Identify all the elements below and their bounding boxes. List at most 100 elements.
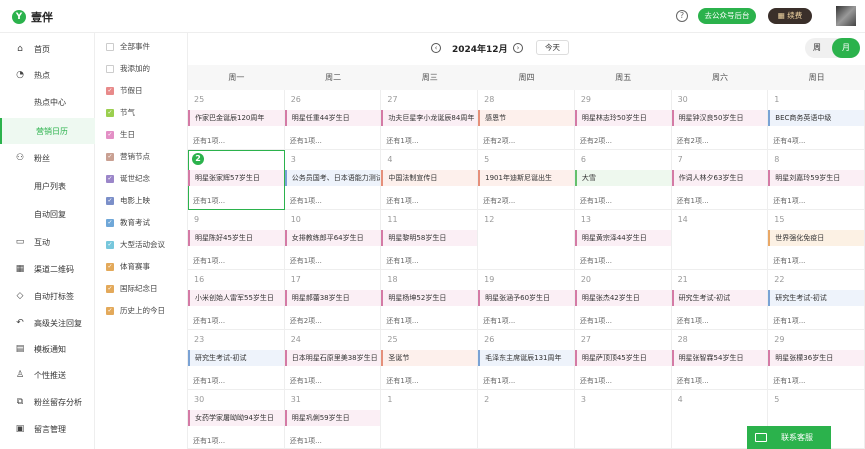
- calendar-day-cell[interactable]: 8 明星刘嘉玲59岁生日 还有1项...: [768, 150, 865, 210]
- more-events-link[interactable]: 还有1项...: [773, 316, 805, 326]
- filter-item[interactable]: ✓ 节假日: [106, 85, 143, 96]
- more-events-link[interactable]: 还有1项...: [290, 436, 322, 446]
- event-chip[interactable]: 明星任重44岁生日: [284, 110, 381, 126]
- filter-item[interactable]: ✓ 电影上映: [106, 195, 150, 206]
- event-chip[interactable]: 作家巴金诞辰120周年: [188, 110, 284, 126]
- event-chip[interactable]: 明星萨顶顶45岁生日: [574, 350, 671, 366]
- calendar-day-cell[interactable]: 13 明星黄宗泽44岁生日 还有1项...: [574, 210, 672, 270]
- event-chip[interactable]: 毛泽东主席诞辰131周年: [478, 350, 574, 366]
- more-events-link[interactable]: 还有1项...: [193, 136, 225, 146]
- calendar-day-cell[interactable]: 11 明星黎明58岁生日 还有1项...: [381, 210, 479, 270]
- filter-item[interactable]: ✓ 体育赛事: [106, 261, 150, 272]
- more-events-link[interactable]: 还有1项...: [580, 376, 612, 386]
- more-events-link[interactable]: 还有1项...: [386, 376, 418, 386]
- event-chip[interactable]: 1901年迪斯尼诞出生: [478, 170, 574, 186]
- filter-checkbox[interactable]: ✓: [106, 130, 114, 139]
- more-events-link[interactable]: 还有1项...: [386, 136, 418, 146]
- event-chip[interactable]: 小米创始人雷军55岁生日: [188, 290, 284, 306]
- calendar-day-cell[interactable]: 3: [574, 390, 672, 449]
- sidebar-item-auto-reply[interactable]: 自动回复: [0, 203, 95, 225]
- event-chip[interactable]: BEC商务英语中级: [768, 110, 864, 126]
- calendar-day-cell[interactable]: 16 小米创始人雷军55岁生日 还有1项...: [188, 270, 285, 330]
- more-events-link[interactable]: 还有2项...: [580, 136, 612, 146]
- help-icon[interactable]: ?: [676, 10, 688, 22]
- event-chip[interactable]: 研究生考试-初试: [671, 290, 768, 306]
- event-chip[interactable]: 明星张杰42岁生日: [574, 290, 671, 306]
- more-events-link[interactable]: 还有1项...: [193, 436, 225, 446]
- more-events-link[interactable]: 还有1项...: [290, 196, 322, 206]
- sidebar-item-home[interactable]: ⌂ 首页: [0, 38, 95, 60]
- event-chip[interactable]: 明星林志玲50岁生日: [574, 110, 671, 126]
- filter-item[interactable]: 全部事件: [106, 41, 150, 52]
- event-chip[interactable]: 女药学家屠呦呦94岁生日: [188, 410, 284, 426]
- calendar-day-cell[interactable]: 31 明星巩俐59岁生日 还有1项...: [284, 390, 382, 449]
- event-chip[interactable]: 明星黎明58岁生日: [381, 230, 478, 246]
- calendar-day-cell[interactable]: 7 作词人林夕63岁生日 还有1项...: [671, 150, 769, 210]
- calendar-day-cell[interactable]: 19 明星张涵予60岁生日 还有1项...: [478, 270, 575, 330]
- calendar-day-cell[interactable]: 9 明星陈好45岁生日 还有1项...: [188, 210, 285, 270]
- event-chip[interactable]: 感恩节: [478, 110, 574, 126]
- calendar-day-cell[interactable]: 30 女药学家屠呦呦94岁生日 还有1项...: [188, 390, 285, 449]
- more-events-link[interactable]: 还有1项...: [193, 316, 225, 326]
- sidebar-item-interaction[interactable]: ▭ 互动: [0, 231, 95, 253]
- event-chip[interactable]: 女排教练郎平64岁生日: [284, 230, 381, 246]
- more-events-link[interactable]: 还有2项...: [677, 136, 709, 146]
- sidebar-item-user-list[interactable]: 用户列表: [0, 175, 95, 197]
- calendar-day-cell[interactable]: 28 明星张智霖54岁生日 还有1项...: [671, 330, 769, 390]
- event-chip[interactable]: 圣诞节: [381, 350, 478, 366]
- event-chip[interactable]: 中国法制宣传日: [381, 170, 478, 186]
- filter-checkbox[interactable]: ✓: [106, 240, 114, 249]
- filter-checkbox[interactable]: [106, 42, 114, 51]
- more-events-link[interactable]: 还有2项...: [290, 316, 322, 326]
- calendar-day-cell[interactable]: 25 作家巴金诞辰120周年 还有1项...: [188, 90, 285, 150]
- filter-checkbox[interactable]: ✓: [106, 86, 114, 95]
- calendar-day-cell[interactable]: 25 圣诞节 还有1项...: [381, 330, 479, 390]
- calendar-day-cell[interactable]: 26 明星任重44岁生日 还有1项...: [284, 90, 382, 150]
- week-view-button[interactable]: 周: [813, 41, 821, 55]
- event-chip[interactable]: 公务员国考、日本语能力测试: [284, 170, 381, 186]
- event-chip[interactable]: 明星郝蕾38岁生日: [284, 290, 381, 306]
- sidebar-item-marketing-calendar[interactable]: 营销日历: [0, 118, 95, 144]
- calendar-day-cell[interactable]: 1: [381, 390, 479, 449]
- more-events-link[interactable]: 还有1项...: [677, 316, 709, 326]
- more-events-link[interactable]: 还有1项...: [483, 376, 515, 386]
- filter-checkbox[interactable]: ✓: [106, 306, 114, 315]
- sidebar-item-fans[interactable]: ⚇ 粉丝: [0, 147, 95, 169]
- event-chip[interactable]: 明星巩俐59岁生日: [284, 410, 381, 426]
- more-events-link[interactable]: 还有1项...: [580, 256, 612, 266]
- calendar-day-cell[interactable]: 4 中国法制宣传日 还有1项...: [381, 150, 479, 210]
- filter-checkbox[interactable]: ✓: [106, 218, 114, 227]
- calendar-day-cell[interactable]: 12: [478, 210, 575, 270]
- next-month-icon[interactable]: ›: [513, 43, 523, 53]
- avatar[interactable]: [836, 6, 856, 26]
- prev-month-icon[interactable]: ‹: [431, 43, 441, 53]
- back-to-mp-button[interactable]: 去公众号后台: [698, 8, 756, 24]
- calendar-day-cell[interactable]: 27 功夫巨星李小龙诞辰84周年 还有1项...: [381, 90, 479, 150]
- more-events-link[interactable]: 还有1项...: [580, 196, 612, 206]
- filter-item[interactable]: ✓ 生日: [106, 129, 135, 140]
- event-chip[interactable]: 作词人林夕63岁生日: [671, 170, 768, 186]
- filter-item[interactable]: ✓ 营销节点: [106, 151, 150, 162]
- more-events-link[interactable]: 还有1项...: [773, 256, 805, 266]
- event-chip[interactable]: 明星张家辉57岁生日: [188, 170, 284, 186]
- sidebar-item-comments[interactable]: ▣ 留言管理: [0, 418, 95, 440]
- more-events-link[interactable]: 还有1项...: [290, 376, 322, 386]
- filter-item[interactable]: 我添加的: [106, 63, 150, 74]
- filter-item[interactable]: ✓ 国际纪念日: [106, 283, 158, 294]
- sidebar-item-hot-center[interactable]: 热点中心: [0, 91, 95, 113]
- filter-checkbox[interactable]: [106, 64, 114, 73]
- calendar-day-cell[interactable]: 20 明星张杰42岁生日 还有1项...: [574, 270, 672, 330]
- filter-checkbox[interactable]: ✓: [106, 196, 114, 205]
- calendar-day-cell[interactable]: 5 1901年迪斯尼诞出生 还有2项...: [478, 150, 575, 210]
- event-chip[interactable]: 明星陈好45岁生日: [188, 230, 284, 246]
- sidebar-item-auto-tag[interactable]: ◇ 自动打标签: [0, 285, 95, 307]
- calendar-day-cell[interactable]: 29 明星林志玲50岁生日 还有2项...: [574, 90, 672, 150]
- event-chip[interactable]: 世界强化免疫日: [768, 230, 864, 246]
- calendar-day-cell[interactable]: 18 明星杨坤52岁生日 还有1项...: [381, 270, 479, 330]
- calendar-day-cell[interactable]: 6 大雪 还有1项...: [574, 150, 672, 210]
- calendar-day-cell[interactable]: 28 感恩节 还有2项...: [478, 90, 575, 150]
- more-events-link[interactable]: 还有1项...: [386, 196, 418, 206]
- filter-checkbox[interactable]: ✓: [106, 174, 114, 183]
- calendar-day-cell[interactable]: 3 公务员国考、日本语能力测试 还有1项...: [284, 150, 382, 210]
- calendar-day-cell[interactable]: 17 明星郝蕾38岁生日 还有2项...: [284, 270, 382, 330]
